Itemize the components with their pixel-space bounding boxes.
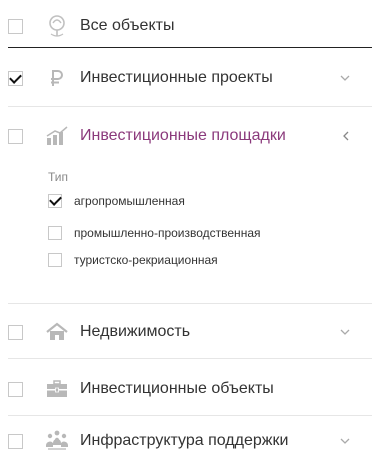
subfilter-option-industrial[interactable]: промышленно-производственная	[0, 223, 372, 245]
support-infrastructure-label: Инфраструктура поддержки	[80, 432, 289, 449]
ruble-icon	[44, 65, 70, 91]
investment-sites-label: Инвестиционные площадки	[80, 127, 286, 144]
divider	[8, 106, 372, 107]
all-objects-label: Все объекты	[80, 17, 175, 34]
divider	[8, 358, 372, 359]
all-objects-checkbox[interactable]	[8, 18, 23, 34]
industrial-label: промышленно-производственная	[74, 226, 261, 240]
investment-sites-checkbox[interactable]	[8, 128, 23, 144]
people-group-icon	[44, 428, 70, 454]
map-pin-icon	[44, 13, 70, 39]
investment-objects-checkbox[interactable]	[8, 381, 23, 397]
filter-support-infrastructure[interactable]: Инфраструктура поддержки	[0, 423, 372, 459]
real-estate-label: Недвижимость	[80, 323, 191, 340]
tourist-checkbox[interactable]	[48, 253, 62, 267]
subfilter-option-tourist[interactable]: туристско-рекриационная	[0, 250, 372, 272]
subfilter-option-agro[interactable]: агропромышленная	[0, 191, 372, 213]
divider	[8, 47, 372, 48]
tourist-label: туристско-рекриационная	[74, 253, 218, 267]
agro-label: агропромышленная	[74, 194, 185, 208]
subfilter-title: Тип	[48, 170, 69, 184]
real-estate-checkbox[interactable]	[8, 324, 23, 340]
investment-projects-label: Инвестиционные проекты	[80, 69, 273, 86]
home-icon	[44, 319, 70, 345]
chevron-left-icon[interactable]	[338, 129, 352, 143]
agro-checkbox[interactable]	[48, 194, 62, 208]
industrial-checkbox[interactable]	[48, 226, 62, 240]
divider	[8, 415, 372, 416]
filter-investment-objects[interactable]: Инвестиционные объекты	[0, 371, 372, 407]
investment-projects-checkbox[interactable]	[8, 70, 23, 86]
briefcase-icon	[44, 376, 70, 402]
chevron-down-icon[interactable]	[338, 71, 352, 85]
filter-real-estate[interactable]: Недвижимость	[0, 314, 372, 350]
divider	[8, 303, 372, 304]
filter-all-objects[interactable]: Все объекты	[0, 8, 372, 44]
support-infrastructure-checkbox[interactable]	[8, 433, 23, 449]
investment-objects-label: Инвестиционные объекты	[80, 380, 274, 397]
chevron-down-icon[interactable]	[338, 325, 352, 339]
filter-investment-sites[interactable]: Инвестиционные площадки	[0, 118, 372, 154]
filter-investment-projects[interactable]: Инвестиционные проекты	[0, 60, 372, 96]
bar-chart-icon	[44, 123, 70, 149]
chevron-down-icon[interactable]	[338, 434, 352, 448]
